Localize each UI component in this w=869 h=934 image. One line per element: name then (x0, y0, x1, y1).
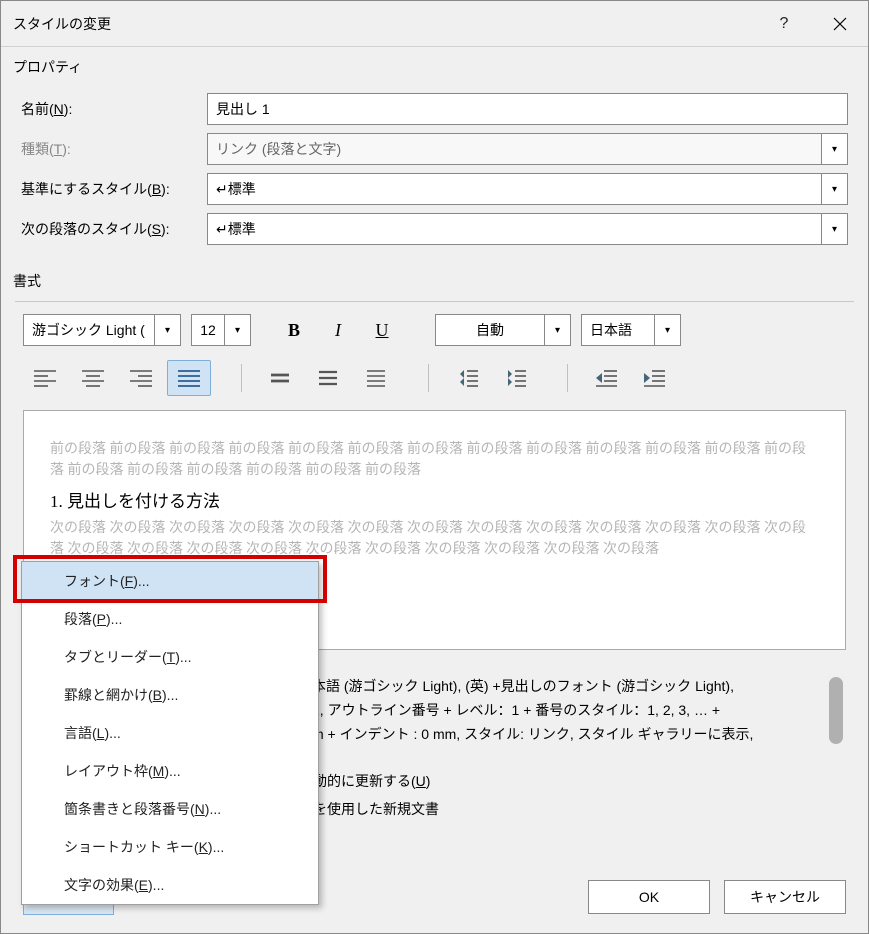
chevron-down-icon: ▾ (235, 325, 240, 336)
titlebar: スタイルの変更 ? (1, 1, 868, 47)
name-input[interactable] (207, 93, 848, 125)
scrollbar[interactable] (829, 677, 843, 744)
ok-button[interactable]: OK (588, 880, 710, 914)
line-spacing-1-button[interactable] (258, 360, 302, 396)
font-color-combo[interactable]: 自動 (435, 314, 545, 346)
type-dropdown: リンク (段落と文字) (207, 133, 822, 165)
properties-grid: 名前(N): 種類(T): リンク (段落と文字) ▾ 基準にするスタイル(B)… (1, 79, 868, 261)
template-option-label: を使用した新規文書 (313, 795, 439, 823)
menu-text-effects[interactable]: 文字の効果(E)... (22, 866, 318, 904)
based-on-dropdown[interactable]: ↵標準 (207, 173, 822, 205)
type-label: 種類(T): (21, 139, 207, 159)
font-name-dropdown-button[interactable]: ▾ (155, 314, 181, 346)
preview-sample-text: 1. 見出しを付ける方法 (50, 487, 819, 512)
align-left-button[interactable] (23, 360, 67, 396)
font-name-combo[interactable]: 游ゴシック Light ( (23, 314, 155, 346)
font-size-combo[interactable]: 12 (191, 314, 225, 346)
align-justify-button[interactable] (167, 360, 211, 396)
decrease-indent-button[interactable] (584, 360, 628, 396)
line-spacing-15-button[interactable] (306, 360, 350, 396)
next-style-dropdown-button[interactable]: ▾ (822, 213, 848, 245)
auto-update-label: 動的に更新する(U) (313, 767, 430, 795)
space-before-increase-button[interactable] (445, 360, 489, 396)
chevron-down-icon: ▾ (165, 325, 170, 336)
paragraph-toolbar (1, 356, 868, 410)
based-on-dropdown-button[interactable]: ▾ (822, 173, 848, 205)
increase-indent-button[interactable] (632, 360, 676, 396)
menu-language[interactable]: 言語(L)... (22, 714, 318, 752)
menu-paragraph[interactable]: 段落(P)... (22, 600, 318, 638)
underline-button[interactable]: U (365, 314, 399, 346)
font-size-dropdown-button[interactable]: ▾ (225, 314, 251, 346)
format-context-menu: フォント(F)... 段落(P)... タブとリーダー(T)... 罫線と網かけ… (21, 561, 319, 905)
line-spacing-2-button[interactable] (354, 360, 398, 396)
font-color-dropdown-button[interactable]: ▾ (545, 314, 571, 346)
menu-font[interactable]: フォント(F)... (22, 562, 318, 600)
modify-style-dialog: スタイルの変更 ? プロパティ 名前(N): 種類(T): リンク (段落と文字… (0, 0, 869, 934)
name-label: 名前(N): (21, 99, 207, 119)
preview-prev-paragraph: 前の段落 前の段落 前の段落 前の段落 前の段落 前の段落 前の段落 前の段落 … (50, 439, 819, 481)
properties-section-label: プロパティ (1, 47, 868, 79)
chevron-down-icon: ▾ (665, 325, 670, 336)
chevron-down-icon: ▾ (555, 325, 560, 336)
cancel-button[interactable]: キャンセル (724, 880, 846, 914)
based-on-label: 基準にするスタイル(B): (21, 179, 207, 199)
menu-frame[interactable]: レイアウト枠(M)... (22, 752, 318, 790)
italic-button[interactable]: I (321, 314, 355, 346)
align-center-button[interactable] (71, 360, 115, 396)
separator (428, 364, 429, 392)
menu-shortcut[interactable]: ショートカット キー(K)... (22, 828, 318, 866)
separator (241, 364, 242, 392)
align-right-button[interactable] (119, 360, 163, 396)
font-toolbar: 游ゴシック Light ( ▾ 12 ▾ B I U 自動 ▾ 日本語 ▾ (1, 302, 868, 356)
format-section-label: 書式 (1, 261, 868, 293)
type-dropdown-button[interactable]: ▾ (822, 133, 848, 165)
close-button[interactable] (812, 1, 868, 47)
space-before-decrease-button[interactable] (493, 360, 537, 396)
menu-tabs[interactable]: タブとリーダー(T)... (22, 638, 318, 676)
language-combo[interactable]: 日本語 (581, 314, 655, 346)
menu-border[interactable]: 罫線と網かけ(B)... (22, 676, 318, 714)
dialog-title: スタイルの変更 (13, 14, 756, 34)
preview-next-paragraph: 次の段落 次の段落 次の段落 次の段落 次の段落 次の段落 次の段落 次の段落 … (50, 518, 819, 560)
menu-numbering[interactable]: 箇条書きと段落番号(N)... (22, 790, 318, 828)
chevron-down-icon: ▾ (832, 184, 837, 195)
chevron-down-icon: ▾ (832, 144, 837, 155)
language-dropdown-button[interactable]: ▾ (655, 314, 681, 346)
help-button[interactable]: ? (756, 1, 812, 47)
next-style-label: 次の段落のスタイル(S): (21, 219, 207, 239)
bold-button[interactable]: B (277, 314, 311, 346)
next-style-dropdown[interactable]: ↵標準 (207, 213, 822, 245)
chevron-down-icon: ▾ (832, 224, 837, 235)
separator (567, 364, 568, 392)
